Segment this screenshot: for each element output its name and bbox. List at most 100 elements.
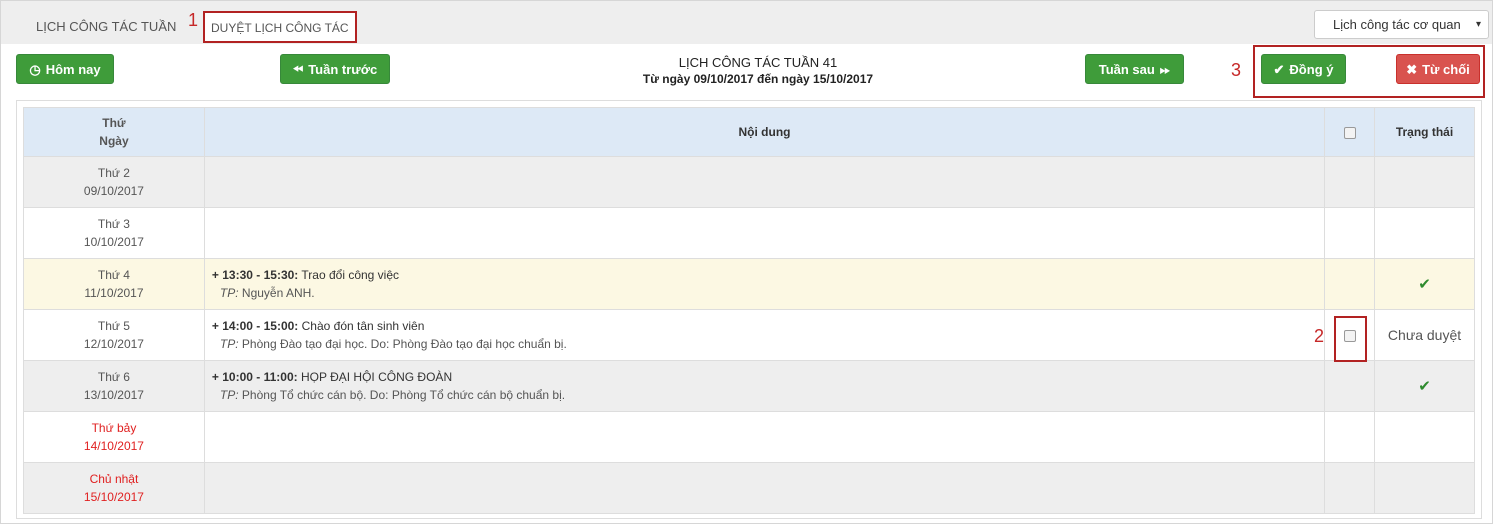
next-week-label: Tuần sau xyxy=(1098,62,1155,77)
event-subject: HỌP ĐẠI HỘI CÔNG ĐOÀN xyxy=(297,370,453,384)
content-cell: + 10:00 - 11:00: HỌP ĐẠI HỘI CÔNG ĐOÀN TP… xyxy=(203,360,1326,412)
header-day: Thứ Ngày xyxy=(23,107,205,157)
event-subject: Chào đón tân sinh viên xyxy=(298,319,425,333)
reject-label: Từ chối xyxy=(1422,62,1470,77)
status-cell xyxy=(1374,156,1475,208)
event-host-label: TP: xyxy=(219,388,239,402)
table-row: Chủ nhật 15/10/2017 xyxy=(23,462,1475,514)
status-cell xyxy=(1374,411,1475,463)
tab-approve-schedule[interactable]: DUYỆT LỊCH CÔNG TÁC xyxy=(203,11,357,43)
day-name: Chủ nhật xyxy=(89,472,139,486)
status-cell: Chưa duyệt xyxy=(1374,309,1475,361)
status-cell: ✔ xyxy=(1374,360,1475,412)
day-date: 15/10/2017 xyxy=(83,490,144,504)
clock-icon: ◷ xyxy=(29,62,41,77)
select-cell xyxy=(1324,207,1376,259)
day-date: 12/10/2017 xyxy=(83,337,144,351)
event-host: Nguyễn ANH. xyxy=(238,286,315,300)
tab-week-schedule[interactable]: LỊCH CÔNG TÁC TUẦN xyxy=(26,10,186,44)
status-cell xyxy=(1374,207,1475,259)
day-cell: Chủ nhật 15/10/2017 xyxy=(23,462,205,514)
day-cell: Thứ 5 12/10/2017 xyxy=(23,309,205,361)
schedule-table-container: Thứ Ngày Nội dung Trạng thái Thứ 2 09/10/… xyxy=(16,100,1482,519)
week-range-line: Từ ngày 09/10/2017 đến ngày 15/10/2017 xyxy=(642,72,874,86)
approve-button[interactable]: ✔ Đồng ý xyxy=(1261,54,1346,84)
table-row: Thứ 6 13/10/2017 + 10:00 - 11:00: HỌP ĐẠI … xyxy=(23,360,1475,412)
double-right-icon: ⏩︎ xyxy=(1159,62,1171,77)
content-cell xyxy=(203,207,1326,259)
day-cell: Thứ 6 13/10/2017 xyxy=(23,360,205,412)
week-title-line: LỊCH CÔNG TÁC TUẦN 41 xyxy=(678,55,838,70)
select-cell xyxy=(1324,360,1376,412)
content-cell: + 14:00 - 15:00: Chào đón tân sinh viên T… xyxy=(203,309,1326,361)
day-name: Thứ 2 xyxy=(97,166,130,180)
event-time: + 14:00 - 15:00: xyxy=(211,319,299,333)
day-cell: Thứ 3 10/10/2017 xyxy=(23,207,205,259)
week-title: LỊCH CÔNG TÁC TUẦN 41 Từ ngày 09/10/2017… xyxy=(561,55,955,86)
select-cell xyxy=(1324,462,1376,514)
annotation-marker-1: 1 xyxy=(188,10,199,30)
select-cell xyxy=(1324,258,1376,310)
schedule-type-select[interactable]: Lịch công tác cơ quan ▾ xyxy=(1314,10,1489,39)
event-host-line: TP: Phòng Tổ chức cán bộ. Do: Phòng Tổ c… xyxy=(212,386,1324,404)
next-week-button[interactable]: Tuần sau ⏩︎ xyxy=(1085,54,1184,84)
event-host-line: TP: Phòng Đào tạo đại học. Do: Phòng Đào… xyxy=(212,335,1324,353)
header-status: Trạng thái xyxy=(1374,107,1475,157)
close-icon: ✖ xyxy=(1406,62,1418,77)
status-cell: ✔ xyxy=(1374,258,1475,310)
content-cell xyxy=(203,411,1326,463)
event-time: + 10:00 - 11:00: xyxy=(211,370,298,384)
event-time: + 13:30 - 15:30: xyxy=(211,268,299,282)
approved-check-icon: ✔ xyxy=(1418,378,1431,395)
event-host: Phòng Đào tạo đại học. Do: Phòng Đào tạo… xyxy=(238,337,567,351)
event-line: + 10:00 - 11:00: HỌP ĐẠI HỘI CÔNG ĐOÀN xyxy=(212,368,1324,386)
table-row: Thứ 2 09/10/2017 xyxy=(23,156,1475,208)
event-host-label: TP: xyxy=(219,286,239,300)
day-name: Thứ 4 xyxy=(97,268,130,282)
event-line: + 13:30 - 15:30: Trao đổi công việc xyxy=(212,266,1324,284)
day-name: Thứ 3 xyxy=(97,217,130,231)
today-button[interactable]: ◷ Hôm nay xyxy=(16,54,114,84)
table-row: Thứ 3 10/10/2017 xyxy=(23,207,1475,259)
day-cell: Thứ 2 09/10/2017 xyxy=(23,156,205,208)
status-cell xyxy=(1374,462,1475,514)
table-row: Thứ 5 12/10/2017 + 14:00 - 15:00: Chào đón… xyxy=(23,309,1475,361)
select-all-checkbox[interactable] xyxy=(1343,126,1356,139)
header-select-all xyxy=(1324,107,1376,157)
content-cell: + 13:30 - 15:30: Trao đổi công việc TP: N… xyxy=(203,258,1326,310)
previous-week-button[interactable]: ⏪︎ Tuần trước xyxy=(280,54,390,84)
day-name: Thứ 6 xyxy=(97,370,130,384)
day-cell: Thứ 4 11/10/2017 xyxy=(23,258,205,310)
day-date: 09/10/2017 xyxy=(83,184,144,198)
header-day-line2: Ngày xyxy=(99,134,129,148)
schedule-type-value: Lịch công tác cơ quan xyxy=(1333,17,1461,32)
day-name: Thứ bảy xyxy=(91,421,137,435)
day-cell: Thứ bảy 14/10/2017 xyxy=(23,411,205,463)
approve-label: Đồng ý xyxy=(1289,62,1334,77)
header-day-line1: Thứ xyxy=(102,116,126,130)
checkbox-highlight-box xyxy=(1334,316,1367,362)
previous-week-label: Tuần trước xyxy=(308,62,378,77)
event-host-line: TP: Nguyễn ANH. xyxy=(212,284,1324,302)
event-host: Phòng Tổ chức cán bộ. Do: Phòng Tổ chức … xyxy=(238,388,566,402)
content-cell xyxy=(203,462,1326,514)
content-cell xyxy=(203,156,1326,208)
today-label: Hôm nay xyxy=(45,62,101,77)
page-frame: LỊCH CÔNG TÁC TUẦN DUYỆT LỊCH CÔNG TÁC L… xyxy=(0,0,1493,524)
event-host-label: TP: xyxy=(219,337,239,351)
table-header-row: Thứ Ngày Nội dung Trạng thái xyxy=(23,107,1475,157)
schedule-table: Thứ Ngày Nội dung Trạng thái Thứ 2 09/10/… xyxy=(23,107,1475,514)
table-row: Thứ 4 11/10/2017 + 13:30 - 15:30: Trao đổi… xyxy=(23,258,1475,310)
double-left-icon: ⏪︎ xyxy=(292,62,304,77)
select-cell xyxy=(1324,156,1376,208)
day-date: 11/10/2017 xyxy=(84,286,144,300)
reject-button[interactable]: ✖ Từ chối xyxy=(1396,54,1480,84)
day-date: 10/10/2017 xyxy=(83,235,144,249)
tab-bar: LỊCH CÔNG TÁC TUẦN DUYỆT LỊCH CÔNG TÁC L… xyxy=(1,1,1492,44)
annotation-marker-3: 3 xyxy=(1231,60,1242,80)
event-subject: Trao đổi công việc xyxy=(298,268,400,282)
check-icon: ✔ xyxy=(1273,62,1285,77)
event-line: + 14:00 - 15:00: Chào đón tân sinh viên xyxy=(212,317,1324,335)
table-row: Thứ bảy 14/10/2017 xyxy=(23,411,1475,463)
status-text: Chưa duyệt xyxy=(1387,327,1462,343)
